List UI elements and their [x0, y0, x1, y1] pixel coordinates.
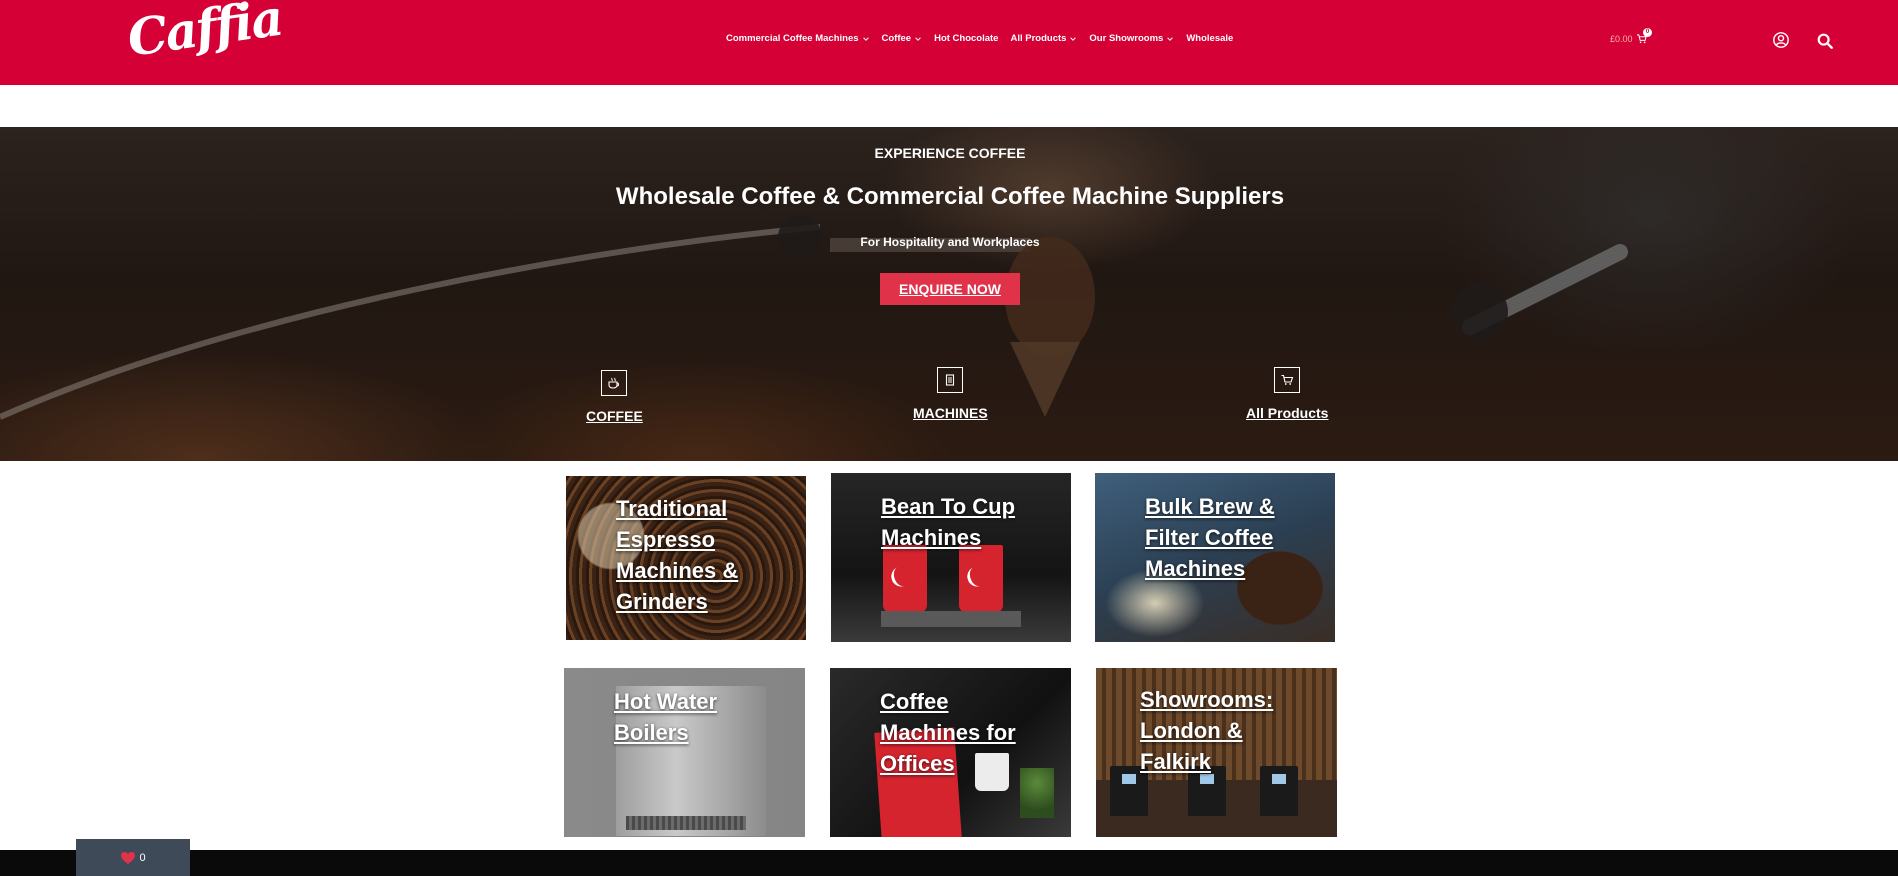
caffia-logo[interactable]: Caffia: [123, 0, 285, 72]
shortcut-label: All Products: [1246, 405, 1329, 421]
drip-tray-image: [881, 611, 1021, 627]
tile-label: Bean To Cup Machines: [881, 494, 1016, 550]
chevron-down-icon: [1070, 36, 1077, 41]
hero-eyebrow: EXPERIENCE COFFEE: [874, 145, 1026, 161]
shortcut-icon-frame: [1274, 367, 1301, 393]
shortcut-label: MACHINES: [913, 405, 988, 421]
nav-item-label: Commercial Coffee Machines: [726, 33, 859, 44]
drip-grate-image: [626, 816, 746, 830]
nav-item-label: Wholesale: [1186, 33, 1234, 44]
wishlist-button[interactable]: 0: [76, 839, 190, 876]
shortcut-label: COFFEE: [586, 408, 643, 424]
chevron-down-icon: [915, 36, 921, 41]
chevron-down-icon: [862, 36, 869, 41]
nav-item-our-showrooms[interactable]: Our Showrooms: [1089, 33, 1174, 44]
footer-bar: [0, 850, 1898, 876]
account-icon[interactable]: [1772, 31, 1790, 49]
tile-traditional-espresso[interactable]: Traditional Espresso Machines & Grinders: [566, 476, 806, 640]
shortcut-icon-frame: [937, 367, 964, 393]
nav-item-all-products[interactable]: All Products: [1010, 33, 1077, 44]
coffee-cup-icon: [608, 377, 620, 389]
machine-icon: [946, 374, 955, 386]
tile-label: Hot Water Boilers: [614, 689, 718, 745]
hero-banner: EXPERIENCE COFFEE Wholesale Coffee & Com…: [0, 127, 1898, 461]
hero-title: Wholesale Coffee & Commercial Coffee Mac…: [615, 183, 1285, 210]
mini-cart[interactable]: £0.00 0: [1610, 28, 1652, 44]
cart-total: £0.00: [1610, 34, 1633, 44]
site-header: Caffia Commercial Coffee Machines Coffee…: [0, 0, 1898, 85]
tile-hot-water-boilers[interactable]: Hot Water Boilers: [564, 668, 805, 837]
nav-item-hot-chocolate[interactable]: Hot Chocolate: [934, 33, 998, 44]
shortcut-coffee[interactable]: COFFEE: [586, 370, 643, 424]
cart-count-badge: 0: [1643, 28, 1652, 37]
tile-office-machines[interactable]: Coffee Machines for Offices: [830, 668, 1071, 837]
tile-label: Bulk Brew & Filter Coffee Machines: [1145, 494, 1275, 581]
heart-icon: [121, 851, 136, 864]
nav-item-wholesale[interactable]: Wholesale: [1186, 33, 1233, 44]
tile-bulk-brew[interactable]: Bulk Brew & Filter Coffee Machines: [1095, 473, 1335, 642]
search-icon[interactable]: [1816, 32, 1834, 50]
main-nav: Commercial Coffee Machines Coffee Hot Ch…: [726, 33, 1233, 44]
nav-item-commercial-coffee-machines[interactable]: Commercial Coffee Machines: [726, 33, 870, 44]
tile-label: Traditional Espresso Machines & Grinders: [616, 496, 739, 614]
tile-label: Showrooms: London & Falkirk: [1140, 687, 1274, 774]
hero-subtitle: For Hospitality and Workplaces: [860, 235, 1040, 249]
tile-label: Coffee Machines for Offices: [880, 689, 1016, 776]
tile-bean-to-cup[interactable]: Bean To Cup Machines: [831, 473, 1071, 642]
nav-item-label: Coffee: [881, 33, 912, 44]
coffee-cup-image: [959, 545, 1003, 613]
nav-item-coffee[interactable]: Coffee: [882, 33, 923, 44]
wishlist-count: 0: [139, 851, 146, 864]
shortcut-icon-frame: [601, 370, 628, 396]
chevron-down-icon: [1167, 36, 1174, 41]
nav-item-label: Hot Chocolate: [934, 33, 999, 44]
enquire-now-button[interactable]: ENQUIRE NOW: [880, 273, 1020, 305]
shopping-cart-icon: [1281, 374, 1294, 385]
coffee-cup-image: [883, 545, 927, 613]
shortcut-machines[interactable]: MACHINES: [913, 367, 988, 421]
nav-item-label: All Products: [1010, 33, 1067, 44]
shortcut-all-products[interactable]: All Products: [1246, 367, 1328, 421]
nav-item-label: Our Showrooms: [1089, 33, 1164, 44]
tile-showrooms[interactable]: Showrooms: London & Falkirk: [1096, 668, 1337, 837]
